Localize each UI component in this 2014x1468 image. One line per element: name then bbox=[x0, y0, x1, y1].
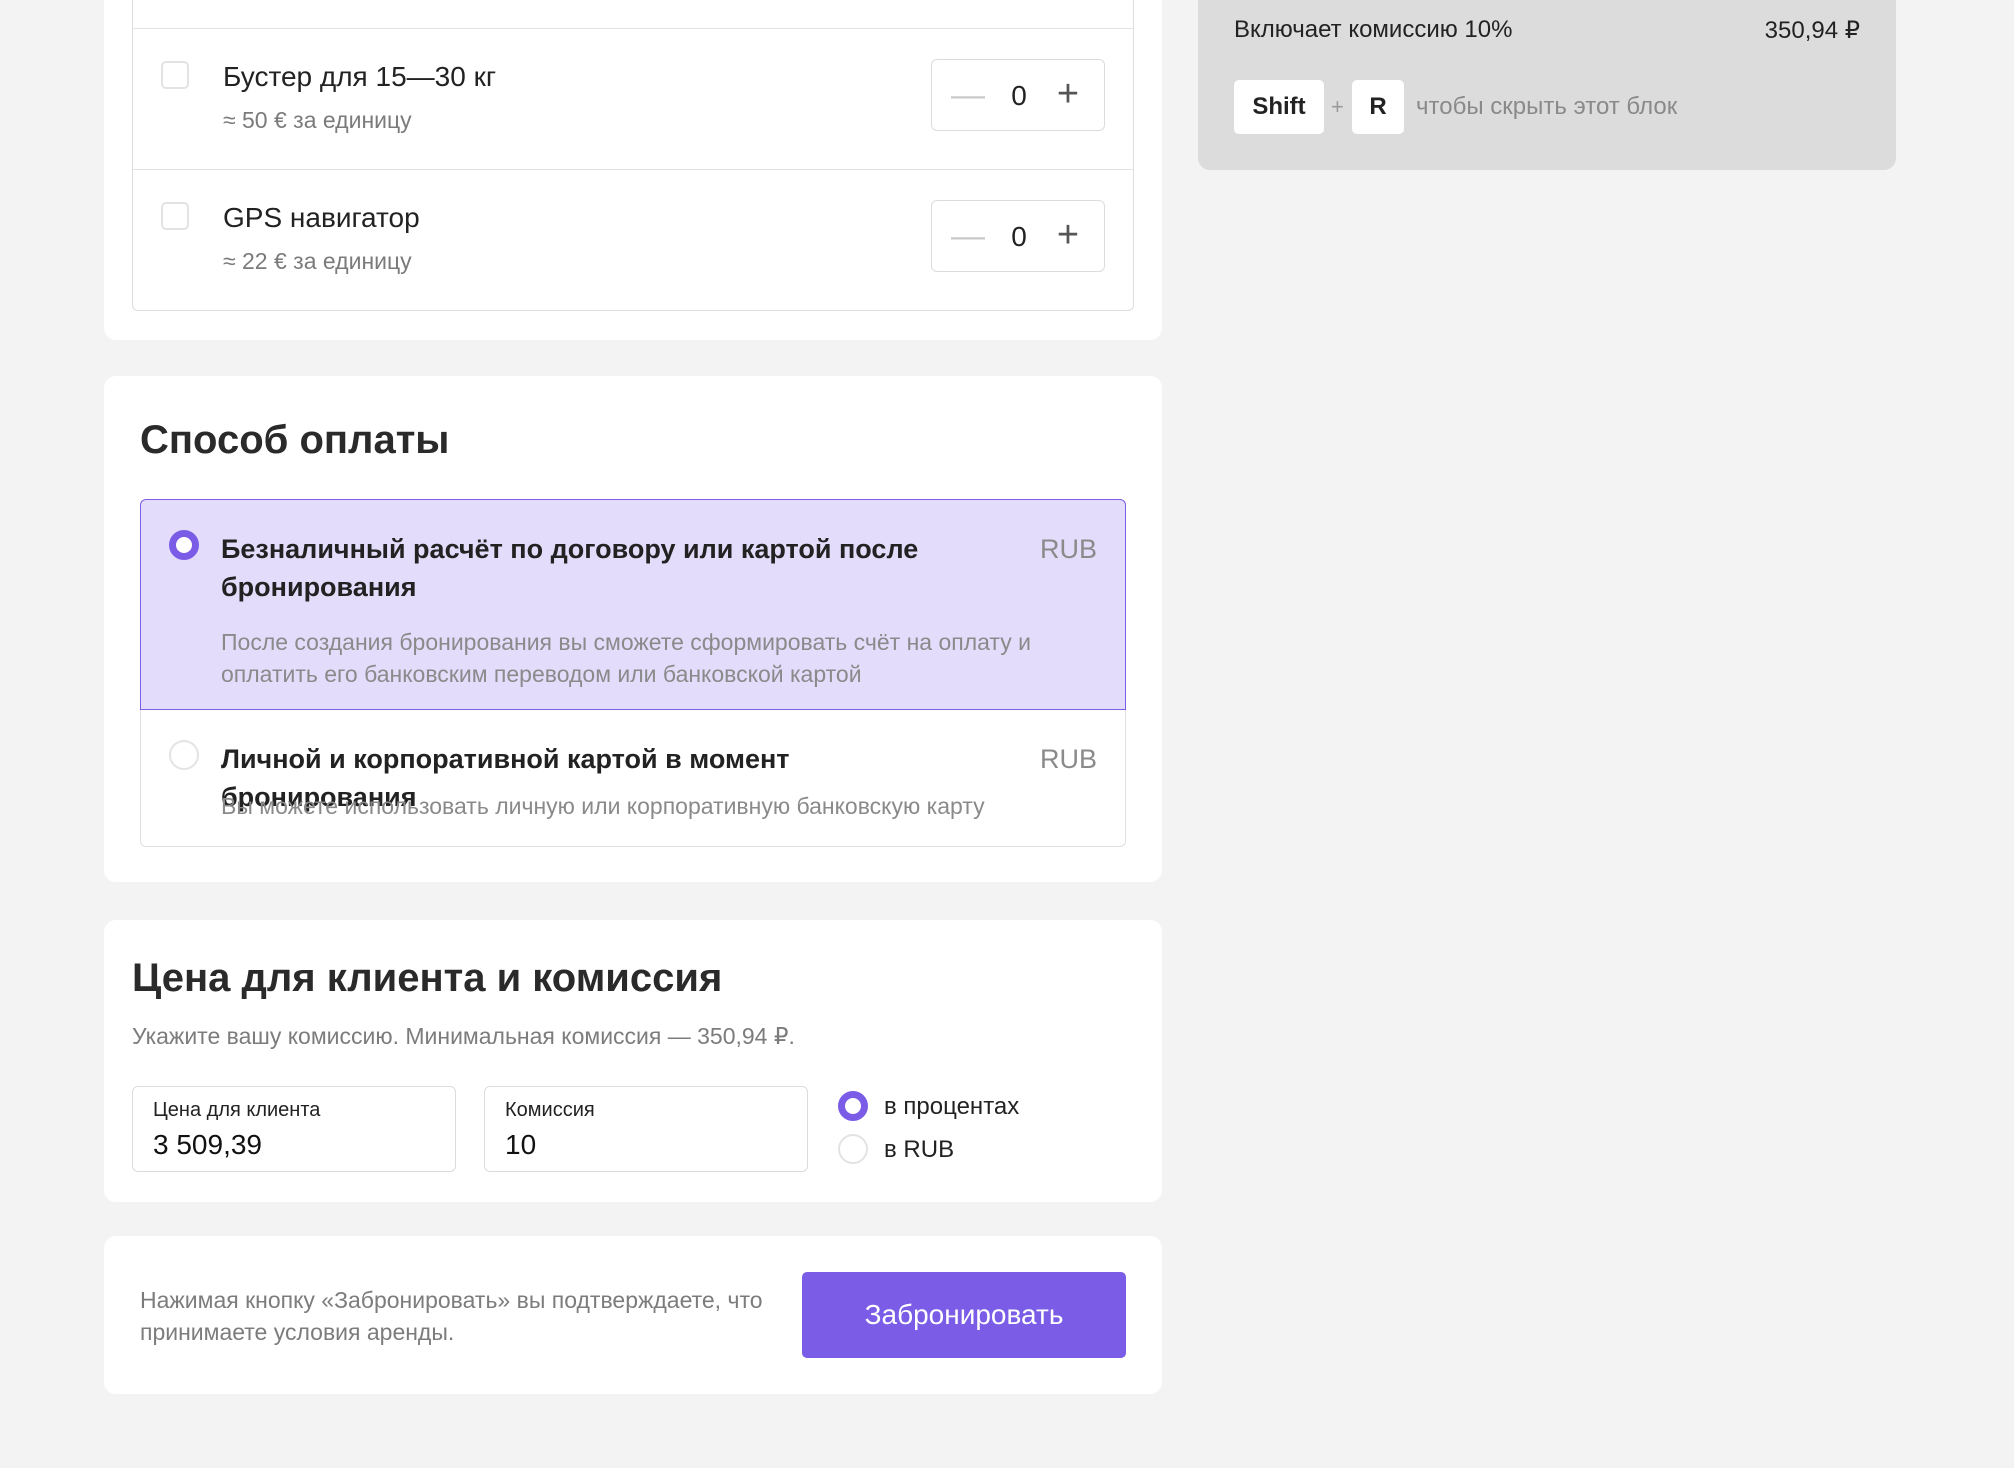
hide-block-hint: чтобы скрыть этот блок bbox=[1416, 93, 1678, 120]
payment-option-card[interactable]: Личной и корпоративной картой в момент б… bbox=[140, 710, 1126, 847]
radio-empty-icon[interactable] bbox=[838, 1134, 868, 1164]
plus-icon[interactable]: + bbox=[1046, 60, 1090, 132]
extra-checkbox[interactable] bbox=[161, 202, 189, 230]
commission-hint: Укажите вашу комиссию. Минимальная комис… bbox=[132, 1023, 795, 1049]
shift-key: Shift bbox=[1234, 80, 1324, 134]
quantity-value[interactable]: 0 bbox=[990, 60, 1048, 132]
commission-label: Комиссия bbox=[505, 1099, 595, 1121]
extra-checkbox[interactable] bbox=[161, 61, 189, 89]
client-price-field[interactable]: Цена для клиента 3 509,39 bbox=[132, 1086, 456, 1172]
extras-card: Бустер для 15—30 кг ≈ 50 € за единицу — … bbox=[104, 0, 1162, 340]
payment-option-currency: RUB bbox=[1039, 744, 1097, 774]
extra-price: ≈ 50 € за единицу bbox=[223, 107, 412, 133]
unit-label[interactable]: в процентах bbox=[884, 1093, 1019, 1121]
extra-name: Бустер для 15—30 кг bbox=[223, 61, 497, 92]
terms-text: Нажимая кнопку «Забронировать» вы подтве… bbox=[140, 1287, 763, 1345]
booking-card: Нажимая кнопку «Забронировать» вы подтве… bbox=[104, 1236, 1162, 1394]
minus-icon[interactable]: — bbox=[946, 60, 990, 132]
extra-name: GPS навигатор bbox=[223, 202, 420, 233]
quantity-value[interactable]: 0 bbox=[990, 201, 1048, 273]
payment-card: Способ оплаты Безналичный расчёт по дого… bbox=[104, 376, 1162, 882]
radio-selected-icon[interactable] bbox=[838, 1091, 868, 1121]
payment-option-description: Вы можете использовать личную или корпор… bbox=[221, 793, 985, 819]
extra-price: ≈ 22 € за единицу bbox=[223, 248, 412, 274]
plus-sign: + bbox=[1331, 94, 1344, 119]
client-price-label: Цена для клиента bbox=[153, 1099, 321, 1121]
payment-title: Способ оплаты bbox=[140, 418, 450, 462]
minus-icon[interactable]: — bbox=[946, 201, 990, 273]
r-key: R bbox=[1352, 80, 1404, 134]
quantity-stepper: — 0 + bbox=[931, 200, 1105, 272]
fee-label: Включает комиссию 10% bbox=[1234, 16, 1513, 43]
list-item: GPS навигатор ≈ 22 € за единицу — 0 + bbox=[133, 170, 1133, 311]
pricing-card: Цена для клиента и комиссия Укажите вашу… bbox=[104, 920, 1162, 1202]
client-price-value[interactable]: 3 509,39 bbox=[153, 1129, 262, 1161]
payment-option-title: Безналичный расчёт по договору или карто… bbox=[221, 534, 919, 602]
commission-value[interactable]: 10 bbox=[505, 1129, 536, 1161]
book-button[interactable]: Забронировать bbox=[802, 1272, 1126, 1358]
summary-panel: Включает комиссию 10% 350,94 ₽ Shift + R… bbox=[1198, 0, 1896, 170]
plus-icon[interactable]: + bbox=[1046, 201, 1090, 273]
radio-empty-icon[interactable] bbox=[169, 740, 199, 770]
quantity-stepper: — 0 + bbox=[931, 59, 1105, 131]
pricing-title: Цена для клиента и комиссия bbox=[132, 956, 723, 1000]
extras-list: Бустер для 15—30 кг ≈ 50 € за единицу — … bbox=[132, 0, 1134, 311]
list-item: Бустер для 15—30 кг ≈ 50 € за единицу — … bbox=[133, 29, 1133, 170]
unit-label[interactable]: в RUB bbox=[884, 1136, 954, 1164]
payment-option-invoice[interactable]: Безналичный расчёт по договору или карто… bbox=[140, 499, 1126, 710]
commission-field[interactable]: Комиссия 10 bbox=[484, 1086, 808, 1172]
payment-option-description: После создания бронирования вы сможете с… bbox=[221, 629, 1031, 687]
fee-value: 350,94 ₽ bbox=[1764, 17, 1860, 44]
radio-selected-icon[interactable] bbox=[169, 530, 199, 560]
payment-option-currency: RUB bbox=[1039, 534, 1097, 564]
